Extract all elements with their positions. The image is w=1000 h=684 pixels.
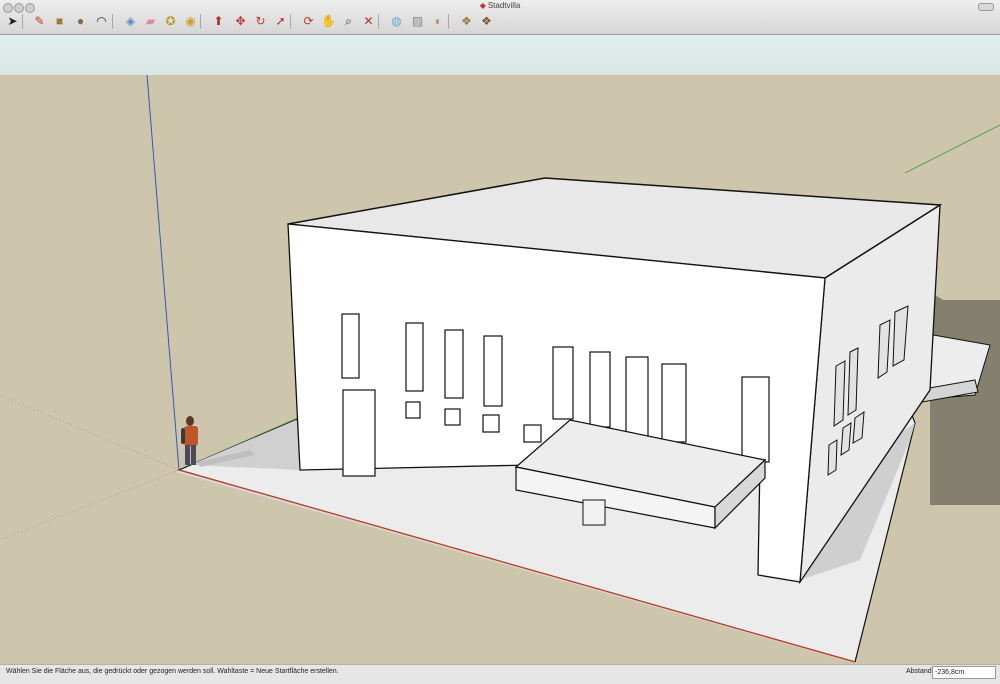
eraser-tool-icon[interactable]: ▰ [142,12,159,30]
model-viewport[interactable] [0,74,1000,664]
orbit-tool-icon[interactable]: ⟳ [300,12,317,30]
status-text: Wählen Sie die Fläche aus, die gedrückt … [6,668,339,675]
make-component-icon[interactable]: ◈ [122,12,139,30]
measurements-field[interactable]: -236,8cm [932,666,996,679]
toolbar-separator [112,14,113,29]
toolbar-separator [200,14,201,29]
title-bar: ◆ Stadtvilla ➤ ✎ ■ ● ◠ ◈ ▰ ✪ ◉ ⬆ ✥ ↻ ➚ ⟳ ✋ ⌕ ✕ ◍ ▨ ◐ ❖ ❖ [0,0,1000,35]
push-pull-tool-icon[interactable]: ⬆ [210,12,227,30]
rectangle-tool-icon[interactable]: ■ [51,12,68,30]
get-photo-texture-icon[interactable]: ◐ [430,12,447,30]
zoom-tool-icon[interactable]: ⌕ [340,12,357,30]
main-toolbar: ➤ ✎ ■ ● ◠ ◈ ▰ ✪ ◉ ⬆ ✥ ↻ ➚ ⟳ ✋ ⌕ ✕ ◍ ▨ ◐ ❖ ❖ [0,12,1000,32]
zoom-extents-icon[interactable]: ✕ [360,12,377,30]
toolbar-toggle-button[interactable] [978,3,994,11]
share-model-icon[interactable]: ▨ [409,12,426,30]
paint-bucket-icon[interactable]: ◉ [182,12,199,30]
window-title-text: Stadtvilla [487,1,521,10]
document-icon: ◆ [479,1,486,10]
toolbar-separator [290,14,291,29]
rotate-tool-icon[interactable]: ↻ [252,12,269,30]
window-title: ◆ Stadtvilla [0,1,1000,10]
offset-tool-icon[interactable]: ➚ [272,12,289,30]
3d-warehouse-icon[interactable]: ◍ [388,12,405,30]
red-axis-negative [0,394,180,471]
green-axis-far [904,124,1000,174]
toolbar-separator [378,14,379,29]
circle-tool-icon[interactable]: ● [72,12,89,30]
components-icon[interactable]: ❖ [458,12,475,30]
pencil-tool-icon[interactable]: ✎ [31,12,48,30]
canopy-support [582,499,606,526]
scene-svg [0,74,1000,664]
arc-tool-icon[interactable]: ◠ [93,12,110,30]
blue-axis [146,74,180,471]
sky-background [0,35,1000,75]
measurements-label: Abstand [906,668,932,675]
status-bar: Wählen Sie die Fläche aus, die gedrückt … [0,664,1000,684]
toolbar-separator [448,14,449,29]
tape-measure-icon[interactable]: ✪ [162,12,179,30]
select-tool-icon[interactable]: ➤ [4,12,21,30]
pan-tool-icon[interactable]: ✋ [320,12,337,30]
toolbar-separator [22,14,23,29]
extension-warehouse-icon[interactable]: ❖ [478,12,495,30]
green-axis-negative [0,469,180,541]
move-tool-icon[interactable]: ✥ [232,12,249,30]
